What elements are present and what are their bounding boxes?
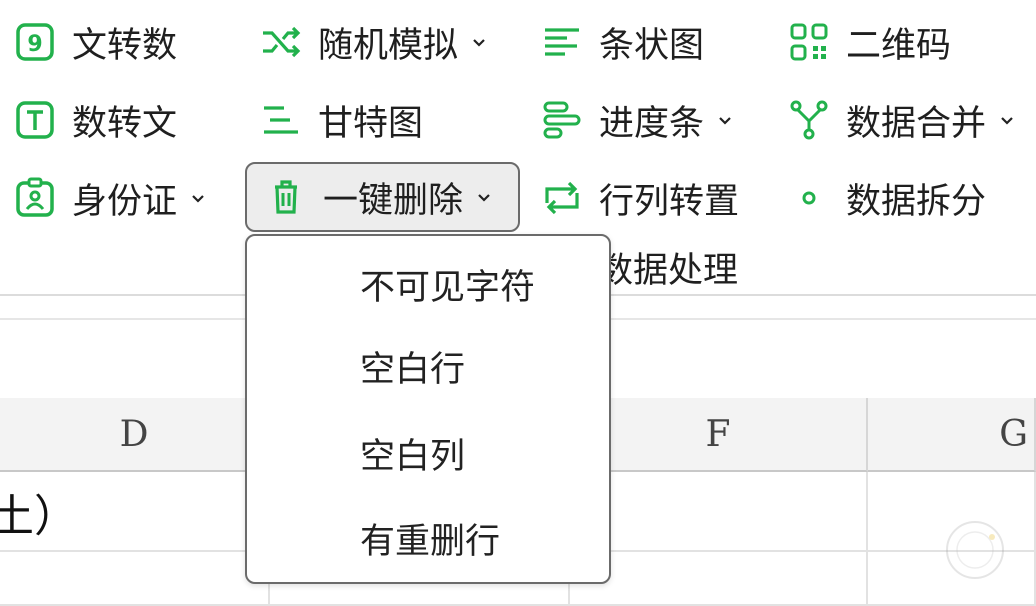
text-t-icon	[14, 98, 58, 142]
gantt-icon	[260, 98, 304, 142]
bar-chart-button[interactable]: 条状图	[541, 14, 704, 70]
gantt-chart-button[interactable]: 甘特图	[260, 92, 423, 148]
trash-icon	[265, 175, 309, 219]
chevron-down-icon	[470, 33, 488, 51]
group-label-data-processing: 数据处理	[598, 251, 739, 291]
split-dot-icon	[788, 176, 832, 220]
data-merge-button[interactable]: 数据合并	[788, 92, 1016, 148]
gantt-chart-label: 甘特图	[318, 103, 424, 144]
merge-icon	[788, 98, 832, 142]
random-simulate-button[interactable]: 随机模拟	[260, 14, 488, 70]
transpose-label: 行列转置	[599, 181, 740, 222]
chevron-down-icon	[189, 189, 207, 207]
data-split-button[interactable]: 数据拆分	[788, 170, 986, 226]
chevron-down-icon	[475, 188, 493, 206]
cell-text-fragment: 土）	[0, 491, 78, 542]
menu-item-delete-duplicate-rows[interactable]: 有重删行	[247, 498, 609, 578]
table-cell[interactable]	[570, 472, 868, 552]
qr-code-icon	[788, 20, 832, 64]
chevron-down-icon	[998, 111, 1016, 129]
progress-bar-label: 进度条	[599, 103, 705, 144]
id-card-icon	[14, 176, 58, 220]
qr-code-label: 二维码	[846, 25, 952, 66]
table-cell[interactable]	[0, 552, 270, 606]
bar-chart-label: 条状图	[599, 25, 705, 66]
delete-options-dropdown: 不可见字符 空白行 空白列 有重删行	[245, 234, 611, 584]
menu-item-invisible-chars[interactable]: 不可见字符	[247, 244, 609, 324]
one-click-delete-button[interactable]: 一键删除	[245, 162, 520, 232]
watermark-logo-icon	[946, 521, 1004, 579]
transpose-button[interactable]: 行列转置	[541, 170, 739, 226]
bar-lines-icon	[541, 20, 585, 64]
id-card-button[interactable]: 身份证	[14, 170, 207, 226]
random-simulate-label: 随机模拟	[318, 25, 459, 66]
progress-bar-button[interactable]: 进度条	[541, 92, 734, 148]
qr-code-button[interactable]: 二维码	[788, 14, 951, 70]
menu-item-blank-columns[interactable]: 空白列	[247, 413, 609, 493]
id-card-label: 身份证	[72, 181, 178, 222]
text-to-number-button[interactable]: 9 文转数	[14, 14, 177, 70]
data-merge-label: 数据合并	[846, 103, 987, 144]
shuffle-icon	[260, 20, 304, 64]
column-header-d[interactable]: D	[0, 398, 270, 472]
number-to-text-button[interactable]: 数转文	[14, 92, 177, 148]
svg-text:9: 9	[27, 32, 42, 57]
number-9-icon: 9	[14, 20, 58, 64]
column-header-g[interactable]: G	[868, 398, 1036, 472]
number-to-text-label: 数转文	[72, 103, 178, 144]
progress-bar-icon	[541, 98, 585, 142]
chevron-down-icon	[716, 111, 734, 129]
menu-item-blank-rows[interactable]: 空白行	[247, 326, 609, 406]
table-cell[interactable]	[570, 552, 868, 606]
text-to-number-label: 文转数	[72, 25, 178, 66]
one-click-delete-label: 一键删除	[323, 180, 464, 221]
column-header-f[interactable]: F	[570, 398, 868, 472]
transpose-icon	[541, 176, 585, 220]
data-split-label: 数据拆分	[846, 181, 987, 222]
